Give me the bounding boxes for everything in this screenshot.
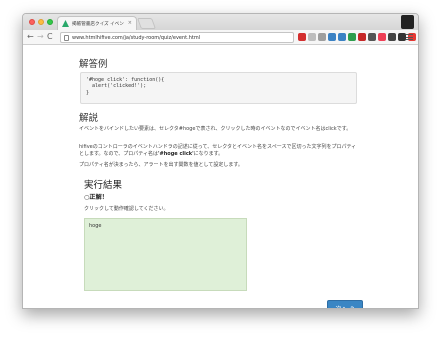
minimize-window-button[interactable] bbox=[38, 19, 44, 25]
arrow-icon: ➲ bbox=[349, 304, 355, 309]
code-line: } bbox=[86, 89, 90, 96]
zoom-window-button[interactable] bbox=[47, 19, 53, 25]
explanation-paragraph-2: hifiveのコントローラのイベントハンドラの記述に従って、セレクタとイベント名… bbox=[79, 144, 361, 159]
para2-tail: になります。 bbox=[193, 151, 224, 158]
para2-bold: '#hoge click' bbox=[158, 151, 194, 158]
page-icon[interactable] bbox=[318, 33, 326, 41]
result-status: ○正解！ bbox=[84, 194, 108, 201]
next-button[interactable]: 次へ ➲ bbox=[327, 300, 363, 309]
page-icon bbox=[64, 34, 69, 41]
explanation-paragraph-3: プロパティ名が決まったら、アラートを出す関数を値として設定します。 bbox=[79, 162, 243, 168]
pocket-icon[interactable] bbox=[378, 33, 386, 41]
block-icon[interactable] bbox=[298, 33, 306, 41]
answer-heading: 解答例 bbox=[79, 59, 108, 70]
next-button-label: 次へ bbox=[335, 305, 348, 309]
close-window-button[interactable] bbox=[29, 19, 35, 25]
check-icon[interactable] bbox=[348, 33, 356, 41]
explanation-paragraph-1: イベントをバインドしたい要素は、セレクタ#hogeで表され、クリックした時のイベ… bbox=[79, 126, 352, 132]
profile-icon[interactable] bbox=[401, 15, 414, 29]
globe-icon[interactable] bbox=[328, 33, 336, 41]
tag-icon[interactable] bbox=[358, 33, 366, 41]
car-icon[interactable] bbox=[398, 33, 406, 41]
star-icon[interactable] bbox=[308, 33, 316, 41]
back-button[interactable]: ← bbox=[27, 33, 34, 41]
tab-title: 掲帳管書店クイズ イベント bbox=[72, 21, 125, 27]
hint-text: クリックして動作確認してください。 bbox=[84, 206, 169, 212]
forward-button[interactable]: → bbox=[37, 33, 44, 41]
url-text: www.htmlhifive.com/ja/study-room/quiz/ev… bbox=[72, 34, 201, 41]
browser-toolbar: ← → C www.htmlhifive.com/ja/study-room/q… bbox=[23, 30, 418, 45]
code-block: '#hoge click': function(){ alert('clicke… bbox=[80, 72, 357, 104]
tab-close-icon[interactable]: × bbox=[128, 21, 132, 26]
hoge-element[interactable]: hoge bbox=[89, 223, 101, 229]
address-bar[interactable]: www.htmlhifive.com/ja/study-room/quiz/ev… bbox=[60, 32, 294, 43]
tab-strip: 掲帳管書店クイズ イベント × bbox=[23, 14, 418, 30]
tab-favicon-icon bbox=[62, 20, 69, 27]
camera-icon[interactable] bbox=[368, 33, 376, 41]
image-icon[interactable] bbox=[388, 33, 396, 41]
reload-button[interactable]: C bbox=[47, 33, 53, 41]
click-test-area[interactable] bbox=[84, 218, 247, 291]
menu-icon[interactable] bbox=[406, 33, 413, 41]
grid-icon[interactable] bbox=[418, 33, 419, 41]
explanation-heading: 解説 bbox=[79, 113, 99, 124]
tab-quiz-event[interactable]: 掲帳管書店クイズ イベント × bbox=[57, 16, 137, 30]
puzzle-icon[interactable] bbox=[338, 33, 346, 41]
result-heading: 実行結果 bbox=[84, 180, 123, 191]
extension-icons bbox=[298, 33, 419, 41]
page-content: 解答例 '#hoge click': function(){ alert('cl… bbox=[23, 46, 418, 309]
browser-window: 掲帳管書店クイズ イベント × ← → C www.htmlhifive.com… bbox=[22, 13, 419, 309]
new-tab-button[interactable] bbox=[136, 18, 157, 29]
